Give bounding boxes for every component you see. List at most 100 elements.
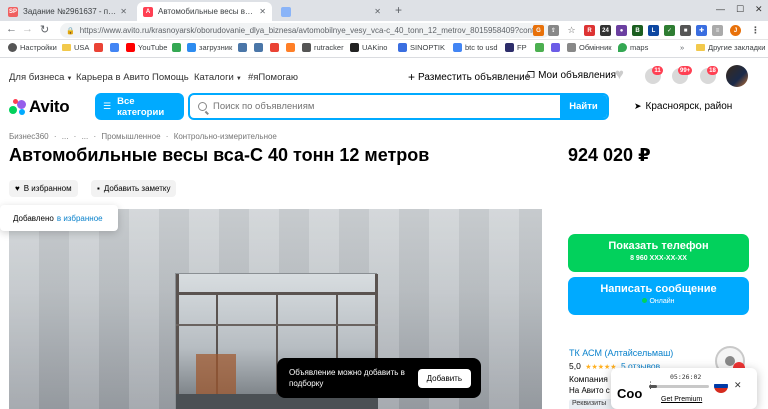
puzzle-icon[interactable]: ✚: [696, 25, 707, 36]
google-icon: [94, 43, 103, 52]
youtube-icon: [126, 43, 135, 52]
notifications-badge: 11: [652, 66, 663, 75]
add-note-button[interactable]: ▪ Добавить заметку: [91, 180, 177, 197]
breadcrumb-item[interactable]: Контрольно-измерительное: [174, 132, 277, 141]
extension-icon[interactable]: ✓: [664, 25, 675, 36]
bookmark-item[interactable]: btc to usd: [453, 43, 498, 52]
bookmark-item[interactable]: [110, 43, 122, 52]
show-phone-button[interactable]: Показать телефон 8 960 XXX-XX-XX: [568, 234, 749, 272]
ltc-extension-icon[interactable]: L: [648, 25, 659, 36]
nav-for-business[interactable]: Для бизнеса ▼: [9, 72, 72, 83]
add-to-collection-button[interactable]: Добавить: [417, 369, 471, 388]
search-icon: [198, 102, 207, 111]
heart-icon[interactable]: ♥: [615, 66, 631, 83]
all-categories-button[interactable]: ☰ Все категории: [95, 93, 184, 120]
bookmark-item[interactable]: USA: [62, 43, 89, 52]
breadcrumb-item[interactable]: ...: [82, 132, 89, 141]
bookmark-item[interactable]: Обмінник: [567, 43, 612, 52]
russia-flag-icon[interactable]: [714, 379, 728, 393]
back-icon[interactable]: ←: [6, 23, 17, 35]
my-ads-link[interactable]: ❐ Мои объявления: [527, 70, 616, 81]
bookmark-item[interactable]: rutracker: [302, 43, 344, 52]
search-input[interactable]: [213, 101, 553, 112]
breadcrumb-item[interactable]: ...: [62, 132, 69, 141]
share-icon[interactable]: ⇪: [548, 25, 559, 36]
find-button[interactable]: Найти: [560, 95, 607, 118]
avito-logo[interactable]: Avito: [9, 97, 70, 117]
get-premium-link[interactable]: Get Premium: [661, 396, 702, 403]
extension-icon[interactable]: 24: [600, 25, 611, 36]
url-field[interactable]: 🔒 https://www.avito.ru/krasnoyarsk/oboru…: [60, 23, 550, 38]
profile-icon[interactable]: J: [730, 25, 741, 36]
more-bookmarks-icon[interactable]: »: [680, 43, 684, 52]
favorite-button[interactable]: ♥ В избранном: [9, 180, 78, 197]
bookmark-item[interactable]: [94, 43, 106, 52]
bookmarks-bar: Настройки USA YouTube загрузник rutracke…: [0, 40, 768, 58]
document-icon: ❐: [527, 70, 536, 80]
bookmark-item[interactable]: SINOPTIK: [398, 43, 445, 52]
chevron-down-icon: ▼: [66, 76, 73, 82]
bookmark-item[interactable]: [238, 43, 250, 52]
favorites-link[interactable]: в избранное: [57, 214, 103, 223]
post-ad-link[interactable]: + Разместить объявление: [408, 70, 530, 84]
bookmark-item[interactable]: [535, 43, 547, 52]
close-icon[interactable]: ✕: [116, 7, 127, 16]
breadcrumb: Бизнес360 · ... · ... · Промышленное · К…: [9, 132, 280, 141]
close-icon[interactable]: ✕: [255, 7, 266, 16]
price: 924 020 ₽: [568, 145, 651, 165]
extension-icon[interactable]: B: [632, 25, 643, 36]
minimize-icon[interactable]: —: [716, 4, 725, 14]
close-icon[interactable]: ✕: [734, 380, 742, 391]
location-selector[interactable]: ➤ Красноярск, район: [634, 101, 732, 112]
nav-ya-pomogayu[interactable]: #яПомогаю: [248, 72, 298, 83]
bookmark-item[interactable]: загрузник: [187, 43, 232, 52]
maximize-icon[interactable]: ☐: [736, 4, 744, 15]
plus-icon: +: [408, 70, 416, 84]
bookmark-item[interactable]: [286, 43, 298, 52]
browser-tab-2[interactable]: A Автомобильные весы вса-С 40 т ✕: [137, 2, 272, 21]
note-icon: ▪: [97, 184, 100, 193]
nav-career[interactable]: Карьера в Авито: [76, 72, 149, 83]
write-message-button[interactable]: Написать сообщение Онлайн: [568, 277, 749, 315]
seller-name[interactable]: ТК АСМ (Алтайсельмаш): [569, 348, 673, 358]
bookmark-item[interactable]: Другие закладки: [696, 43, 765, 52]
google-icon: [453, 43, 462, 52]
breadcrumb-separator: ·: [53, 132, 57, 141]
nav-catalogs[interactable]: Каталоги ▼: [194, 72, 242, 83]
added-to-favorites-toast: Добавлено в избранное: [0, 205, 118, 231]
floating-player-widget: Coo 05:26:02 ⋮ ✕ Get Premium: [611, 368, 757, 409]
phone-number: 8 960 XXX-XX-XX: [630, 255, 687, 262]
forward-icon[interactable]: →: [22, 23, 33, 35]
tab-title: Автомобильные весы вса-С 40 т: [158, 7, 255, 16]
browser-tab-1[interactable]: SP Задание №2961637 - просмотр з ✕: [2, 2, 133, 21]
avatar[interactable]: [726, 65, 748, 87]
bookmark-item[interactable]: Настройки: [8, 43, 57, 52]
bookmark-item[interactable]: [551, 43, 563, 52]
bookmark-item[interactable]: [254, 43, 266, 52]
bookmark-item[interactable]: [172, 43, 184, 52]
breadcrumb-item[interactable]: Бизнес360: [9, 132, 49, 141]
translate-icon[interactable]: G: [533, 25, 544, 36]
new-tab-button[interactable]: +: [395, 3, 402, 17]
extension-icon[interactable]: ■: [680, 25, 691, 36]
gear-icon: [8, 43, 17, 52]
extension-icon[interactable]: R: [584, 25, 595, 36]
breadcrumb-item[interactable]: Промышленное: [101, 132, 160, 141]
bookmark-item[interactable]: maps: [618, 43, 648, 52]
reload-icon[interactable]: ↻: [40, 23, 49, 36]
site-top-nav: Для бизнеса ▼ Карьера в Авито Помощь Ката…: [0, 58, 768, 92]
bookmark-item[interactable]: [270, 43, 282, 52]
bookmark-item[interactable]: FP: [505, 43, 527, 52]
bookmark-star-icon[interactable]: ☆: [566, 25, 577, 36]
bookmark-item[interactable]: YouTube: [126, 43, 167, 52]
kebab-menu-icon[interactable]: ⋮: [750, 25, 761, 36]
bookmark-item[interactable]: UAKino: [350, 43, 387, 52]
browser-tab-3[interactable]: ✕: [275, 2, 387, 21]
extension-icon[interactable]: ≡: [712, 25, 723, 36]
window-close-icon[interactable]: ✕: [755, 4, 763, 15]
close-icon[interactable]: ✕: [370, 7, 381, 16]
map-pin-icon: [618, 43, 627, 52]
extension-icon[interactable]: ●: [616, 25, 627, 36]
nav-help[interactable]: Помощь: [152, 72, 189, 83]
player-progress-bar[interactable]: [649, 385, 709, 388]
